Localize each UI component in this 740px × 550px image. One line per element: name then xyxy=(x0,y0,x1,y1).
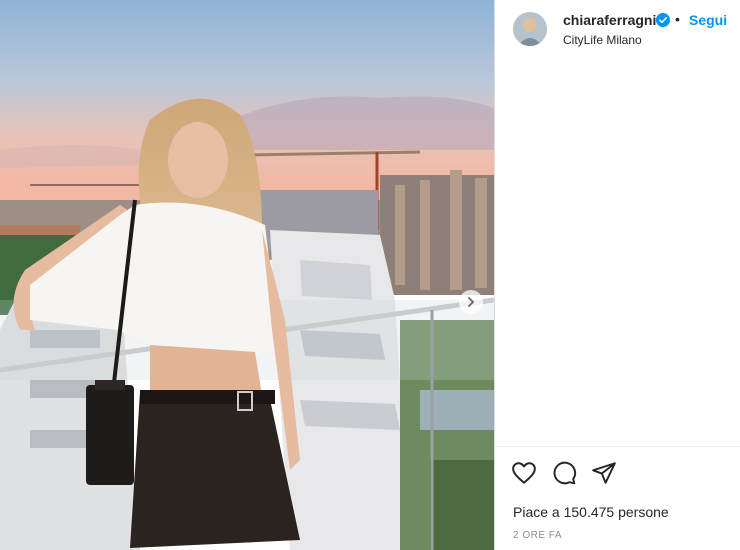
verified-badge-icon xyxy=(656,13,670,27)
post-header: chiaraferragni • Segui CityLife Milano xyxy=(495,0,740,58)
send-icon[interactable] xyxy=(591,460,617,486)
avatar[interactable] xyxy=(513,12,547,46)
chevron-right-icon xyxy=(468,297,475,307)
likes-count[interactable]: Piace a 150.475 persone xyxy=(513,504,669,520)
post-photo[interactable] xyxy=(0,0,494,550)
heart-icon[interactable] xyxy=(511,460,537,486)
photo-image xyxy=(0,0,494,550)
username-link[interactable]: chiaraferragni xyxy=(563,12,656,28)
separator-dot: • xyxy=(675,11,680,27)
location-link[interactable]: CityLife Milano xyxy=(563,33,642,47)
comment-icon[interactable] xyxy=(551,460,577,486)
post-timestamp[interactable]: 2 ORE FA xyxy=(513,530,562,541)
divider xyxy=(495,446,740,447)
avatar-image xyxy=(513,12,547,46)
next-photo-button[interactable] xyxy=(459,290,483,314)
follow-button[interactable]: Segui xyxy=(689,12,727,28)
post-sidebar: chiaraferragni • Segui CityLife Milano P… xyxy=(494,0,740,550)
